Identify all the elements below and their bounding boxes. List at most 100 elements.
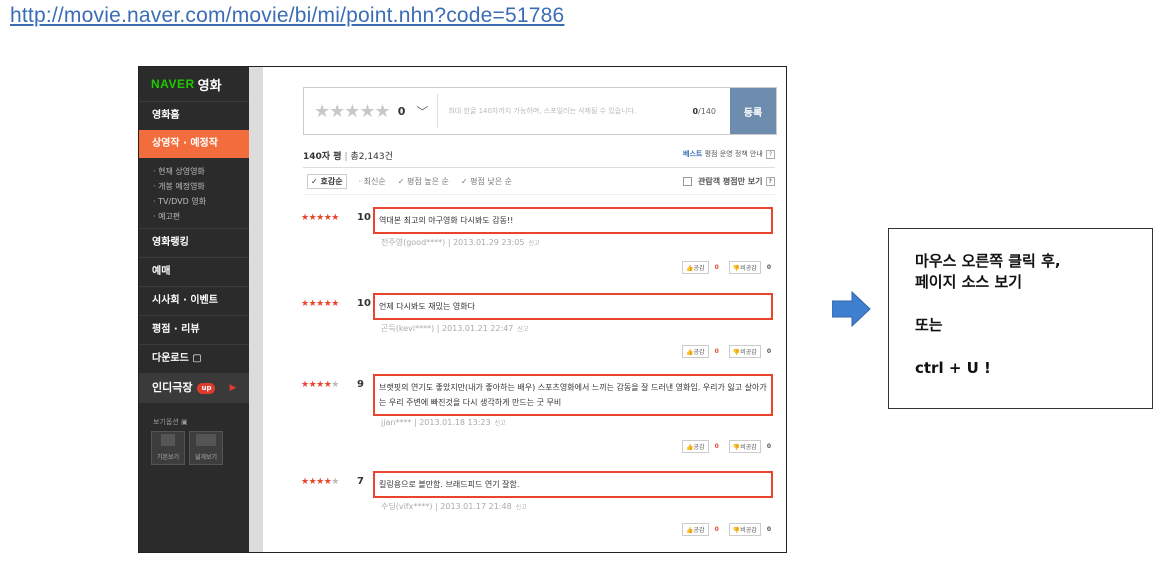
naver-movie-logo[interactable]: NAVER 영화 [139, 67, 249, 101]
sidebar-subitem-current[interactable]: · 현재 상영영화 [153, 164, 249, 179]
review-input-box: ★★★★★ 0 ﹀ 최대 한글 140자까지 가능하며, 스포일러는 삭제될 수… [303, 87, 777, 135]
sort-low[interactable]: ✓ 평점 낮은 순 [461, 176, 512, 187]
policy-link[interactable]: 베스트 평점 운영 정책 안내? [683, 149, 775, 162]
list-item: ★★★★★ 10 언제 다시봐도 재밌는 영화다 곤득(kevi****) | … [301, 293, 777, 375]
sidebar-subitem-trailer[interactable]: · 예고편 [153, 209, 249, 224]
like-button[interactable]: 👍공감 [682, 261, 709, 274]
chevron-right-icon: ▶ [229, 383, 237, 393]
report-link[interactable]: 신고 [495, 420, 506, 427]
view-wide-button[interactable]: 넓게보기 [189, 431, 223, 465]
thumbs-up-icon: 👍 [686, 349, 694, 356]
sidebar-submenu: · 현재 상영영화 · 개봉 예정영화 · TV/DVD 영화 · 예고편 [139, 158, 249, 228]
review-author[interactable]: 전주영(good****) [381, 238, 445, 247]
review-actions: 👍공감 0 👎비공감 0 [678, 440, 771, 453]
star-rating: ★★★★★ [301, 299, 339, 309]
report-link[interactable]: 신고 [528, 240, 539, 247]
view-basic-button[interactable]: 기본보기 [151, 431, 185, 465]
review-author[interactable]: jjan**** [381, 418, 411, 427]
sidebar-item-reviews[interactable]: 평점 · 리뷰 [139, 315, 249, 344]
instruction-line-3: 또는 [915, 316, 943, 334]
view-options-label: 보기옵션 ▣ [153, 418, 188, 426]
review-content: ★★★★★ 0 ﹀ 최대 한글 140자까지 가능하며, 스포일러는 삭제될 수… [263, 67, 786, 552]
divider-gap [249, 67, 263, 552]
sidebar: NAVER 영화 영화홈 상영작 · 예정작 · 현재 상영영화 · 개봉 예정… [139, 67, 249, 552]
like-button[interactable]: 👍공감 [682, 523, 709, 536]
review-meta: jjan**** | 2013.01.18 13:23 신고 [381, 418, 506, 427]
list-item: ★★★★★ 10 역대본 최고의 야구영화 다시봐도 감동!! 전주영(good… [301, 207, 777, 289]
layout-wide-icon [196, 434, 216, 446]
chevron-down-icon[interactable]: ﹀ [416, 103, 428, 120]
sidebar-menu: 영화홈 상영작 · 예정작 · 현재 상영영화 · 개봉 예정영화 · TV/D… [139, 101, 249, 465]
instruction-line-1: 마우스 오른쪽 클릭 후, [915, 252, 1061, 270]
dislike-button[interactable]: 👎비공감 [728, 261, 761, 274]
dislike-button[interactable]: 👎비공감 [728, 523, 761, 536]
dislike-button[interactable]: 👎비공감 [728, 345, 761, 358]
indie-label: 인디극장 [152, 381, 193, 394]
logo-brand: NAVER [151, 77, 195, 91]
checkbox[interactable] [683, 176, 693, 186]
review-text: 브랫핏의 연기도 좋았지만(내가 좋아하는 배우) 스포츠영화에서 느끼는 감동… [373, 374, 773, 416]
sort-bar: ✓ 호감순 · 최신순 ✓ 평점 높은 순 ✓ 평점 낮은 순 관람객 평점만 … [303, 167, 775, 195]
sort-high[interactable]: ✓ 평점 높은 순 [398, 176, 449, 187]
sort-latest[interactable]: · 최신순 [359, 176, 386, 187]
report-link[interactable]: 신고 [517, 326, 528, 333]
review-textarea[interactable]: 최대 한글 140자까지 가능하며, 스포일러는 삭제될 수 있습니다. [438, 88, 692, 134]
layout-basic-icon [161, 434, 175, 446]
review-header: 140자 평 | 총2,143건 베스트 평점 운영 정책 안내? [303, 149, 775, 162]
char-count: 0/140 [692, 106, 716, 116]
star-rating: ★★★★★ [301, 477, 339, 487]
review-actions: 👍공감 0 👎비공감 0 [678, 523, 771, 536]
review-meta: 곤득(kevi****) | 2013.01.21 22:47 신고 [381, 324, 529, 333]
list-item: ★★★★★ 7 킬링용으로 볼만함. 브래드피드 연기 잘함. 수딩(vifx*… [301, 471, 777, 551]
thumbs-up-icon: 👍 [686, 444, 694, 451]
sidebar-subitem-tvdvd[interactable]: · TV/DVD 영화 [153, 194, 249, 209]
section-title: 140자 평 [303, 152, 342, 162]
instruction-line-4: ctrl + U ! [915, 359, 991, 377]
review-author[interactable]: 곤득(kevi****) [381, 324, 434, 333]
rating-star-selector[interactable]: ★★★★★ 0 ﹀ [304, 88, 428, 134]
review-author[interactable]: 수딩(vifx****) [381, 502, 432, 511]
naver-movie-screenshot: NAVER 영화 영화홈 상영작 · 예정작 · 현재 상영영화 · 개봉 예정… [138, 66, 787, 553]
arrow-right-icon [832, 291, 871, 327]
review-score: 10 [357, 298, 371, 309]
sidebar-item-now-showing[interactable]: 상영작 · 예정작 [139, 130, 249, 158]
review-text: 언제 다시봐도 재밌는 영화다 [373, 293, 773, 320]
star-rating: ★★★★★ [301, 380, 339, 390]
review-score: 9 [357, 379, 364, 390]
like-button[interactable]: 👍공감 [682, 345, 709, 358]
sidebar-subitem-upcoming[interactable]: · 개봉 예정영화 [153, 179, 249, 194]
review-score: 7 [357, 476, 364, 487]
star-icons: ★★★★★ [314, 100, 391, 122]
page-url[interactable]: http://movie.naver.com/movie/bi/mi/point… [10, 4, 564, 28]
review-text: 킬링용으로 볼만함. 브래드피드 연기 잘함. [373, 471, 773, 498]
help-icon[interactable]: ? [765, 150, 775, 159]
sidebar-item-booking[interactable]: 예매 [139, 257, 249, 286]
logo-text: 영화 [197, 77, 222, 93]
sidebar-item-ranking[interactable]: 영화랭킹 [139, 228, 249, 257]
thumbs-up-icon: 👍 [686, 265, 694, 272]
up-badge: up [197, 382, 216, 394]
report-link[interactable]: 신고 [516, 504, 527, 511]
list-item: ★★★★★ 9 브랫핏의 연기도 좋았지만(내가 좋아하는 배우) 스포츠영화에… [301, 374, 777, 468]
instruction-line-2: 페이지 소스 보기 [915, 273, 1023, 291]
review-total: 총2,143건 [350, 152, 393, 162]
review-meta: 수딩(vifx****) | 2013.01.17 21:48 신고 [381, 502, 527, 511]
review-actions: 👍공감 0 👎비공감 0 [678, 345, 771, 358]
sort-likes[interactable]: ✓ 호감순 [307, 173, 347, 189]
sidebar-item-indie[interactable]: 인디극장 up ▶ [139, 373, 249, 403]
viewer-only-toggle[interactable]: 관람객 평점만 보기 ? [683, 176, 775, 187]
review-text: 역대본 최고의 야구영화 다시봐도 감동!! [373, 207, 773, 234]
sidebar-item-events[interactable]: 시사회 · 이벤트 [139, 286, 249, 315]
rating-score: 0 [397, 104, 406, 118]
dislike-button[interactable]: 👎비공감 [728, 440, 761, 453]
instruction-box: 마우스 오른쪽 클릭 후, 페이지 소스 보기 또는 ctrl + U ! [888, 228, 1153, 409]
review-score: 10 [357, 212, 371, 223]
sidebar-item-home[interactable]: 영화홈 [139, 101, 249, 130]
submit-button[interactable]: 등록 [730, 88, 776, 134]
help-icon[interactable]: ? [765, 176, 775, 186]
review-meta: 전주영(good****) | 2013.01.29 23:05 신고 [381, 238, 540, 247]
star-rating: ★★★★★ [301, 213, 339, 223]
like-button[interactable]: 👍공감 [682, 440, 709, 453]
sidebar-item-download[interactable]: 다운로드 ▢ [139, 344, 249, 373]
review-actions: 👍공감 0 👎비공감 0 [678, 261, 771, 274]
